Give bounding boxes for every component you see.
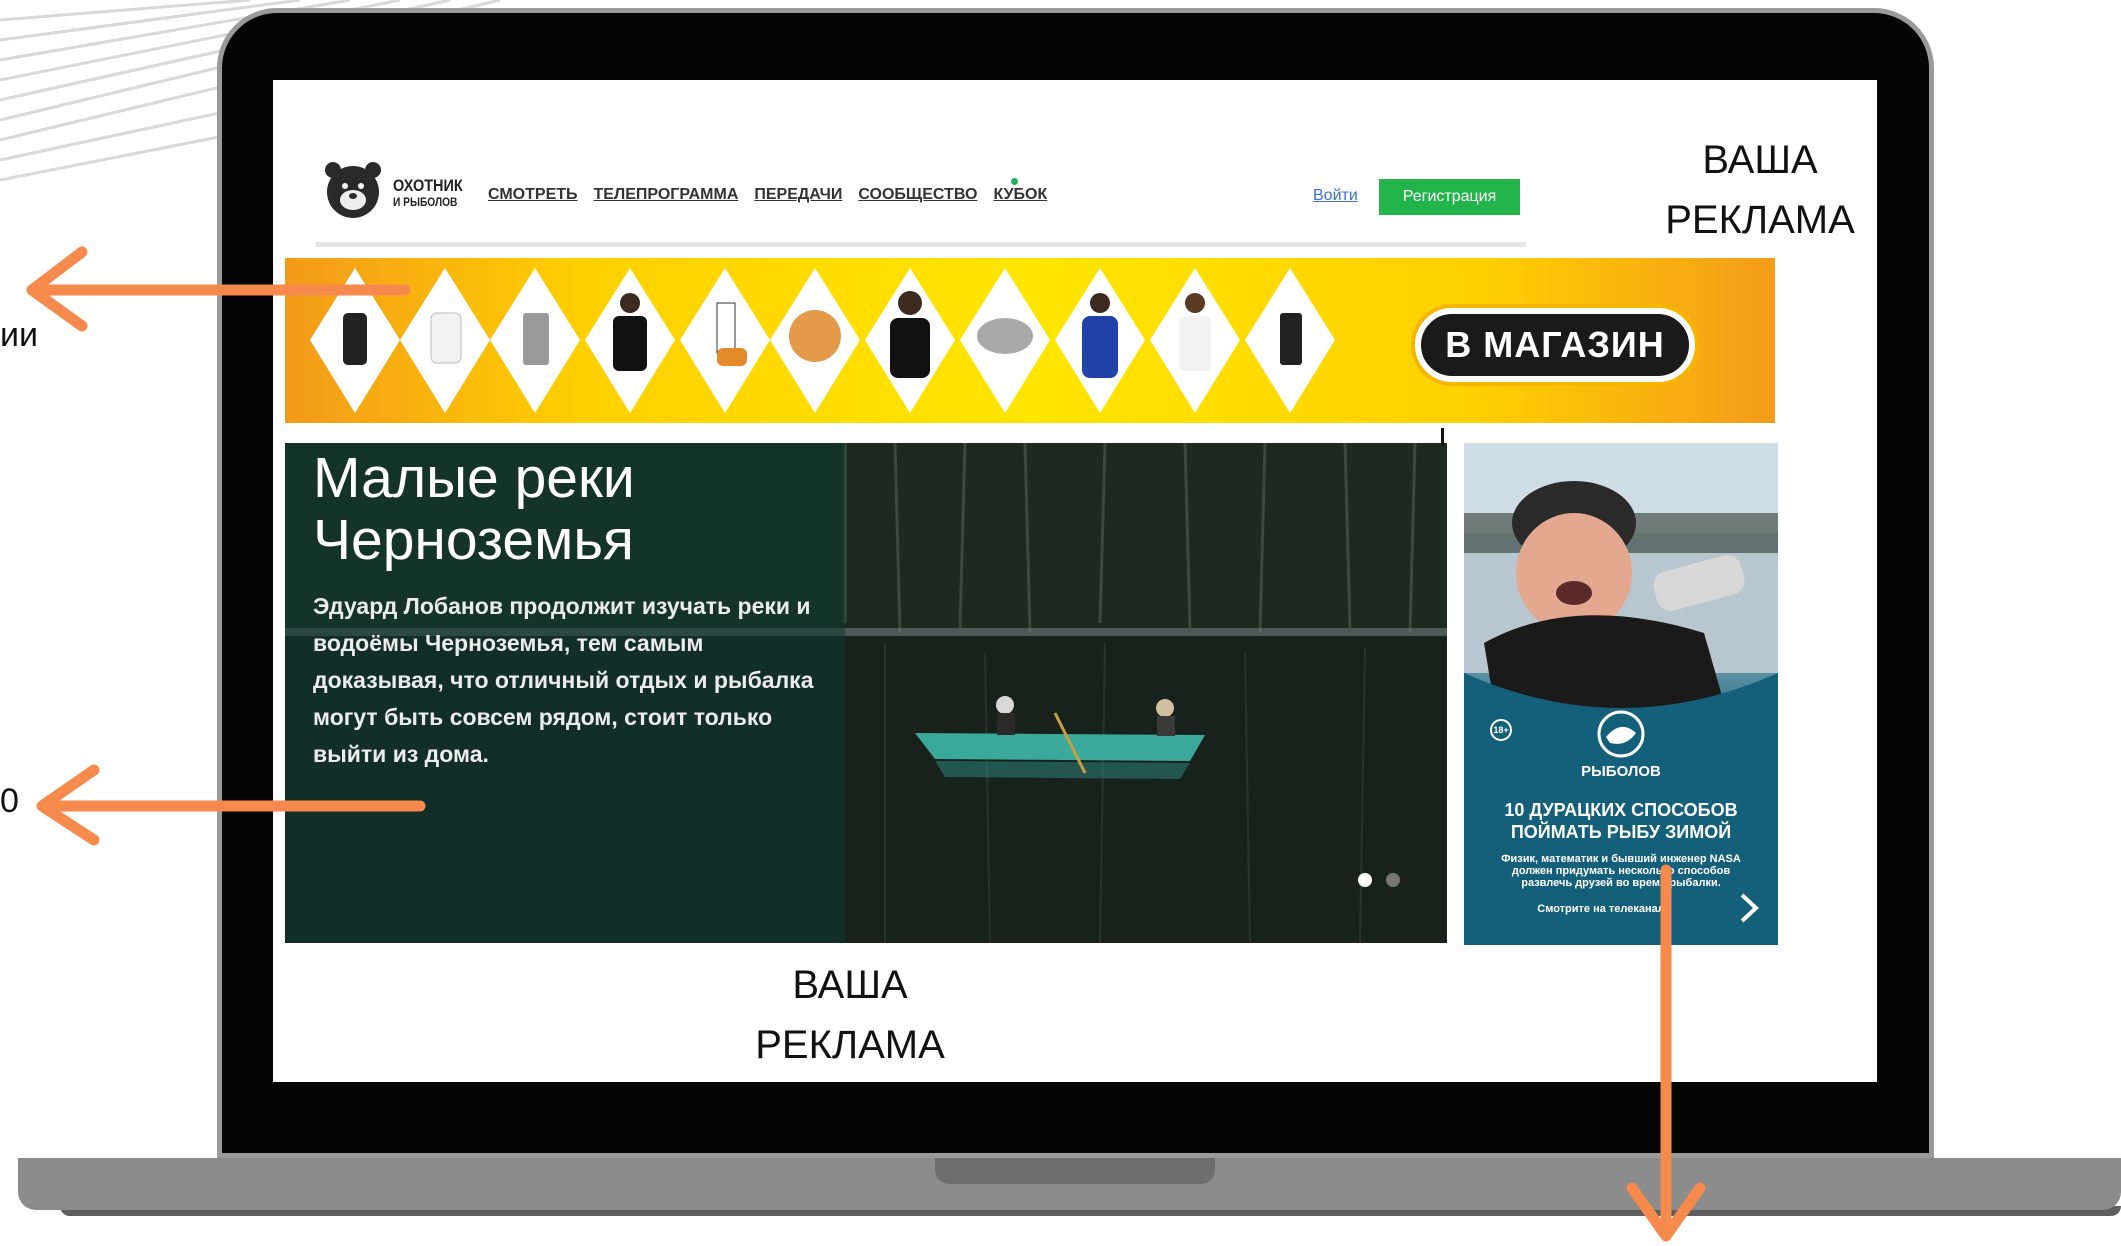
login-link[interactable]: Войти xyxy=(1313,187,1358,205)
hero-slider[interactable]: Малые реки Черноземья Эдуард Лобанов про… xyxy=(285,443,1447,943)
slider-dots xyxy=(1358,873,1400,887)
header-divider xyxy=(316,242,1526,247)
slider-dot-1[interactable] xyxy=(1358,873,1372,887)
hero-description: Эдуард Лобанов продолжит изучать реки и … xyxy=(313,593,814,767)
logo-line-1: ОХОТНИК xyxy=(393,176,463,195)
cropped-label-fragment-2: 0 xyxy=(0,782,19,820)
merch-diamonds xyxy=(310,268,1335,413)
cropped-label-fragment-1: ии xyxy=(0,316,38,354)
side-ad-banner[interactable]: 18+ РЫБОЛОВ 10 ДУРАЦКИХ СПОСОБОВ ПОЙМАТЬ… xyxy=(1464,443,1778,945)
bear-logo-icon[interactable] xyxy=(323,158,383,222)
logo-text: ОХОТНИК И РЫБОЛОВ xyxy=(393,176,475,210)
hero-title-line-2: Черноземья xyxy=(313,508,634,572)
logo-line-2: И РЫБОЛОВ xyxy=(393,195,458,209)
presentation-slide: ОХОТНИК И РЫБОЛОВ СМОТРЕТЬ ТЕЛЕПРОГРАММА… xyxy=(0,0,2121,1246)
ad-cta[interactable]: Смотрите на телеканале xyxy=(1504,903,1704,915)
ad-caption-top-line-1: ВАША xyxy=(1702,138,1818,182)
main-nav: СМОТРЕТЬ ТЕЛЕПРОГРАММА ПЕРЕДАЧИ СООБЩЕСТ… xyxy=(488,186,1047,204)
shop-button[interactable]: В МАГАЗИН xyxy=(1415,308,1695,382)
shop-ad-banner[interactable]: В МАГАЗИН xyxy=(285,258,1775,423)
arrow-top-left-head xyxy=(26,246,88,332)
nav-item-community[interactable]: СООБЩЕСТВО xyxy=(858,186,977,204)
arrow-middle-left-head xyxy=(36,764,100,846)
ad-headline: 10 ДУРАЦКИХ СПОСОБОВ ПОЙМАТЬ РЫБУ ЗИМОЙ xyxy=(1504,800,1738,842)
ad-text: Физик, математик и бывший инженер NASA д… xyxy=(1501,853,1741,889)
nav-item-tv-program[interactable]: ТЕЛЕПРОГРАММА xyxy=(594,186,739,204)
nav-item-shows[interactable]: ПЕРЕДАЧИ xyxy=(754,186,842,204)
fish-logo-icon xyxy=(1597,710,1645,758)
nav-item-watch[interactable]: СМОТРЕТЬ xyxy=(488,186,578,204)
chevron-right-icon[interactable] xyxy=(1736,891,1762,925)
age-rating-badge: 18+ xyxy=(1490,719,1512,741)
ad-caption-bottom-line-2: РЕКЛАМА xyxy=(755,1023,945,1067)
nav-item-cup[interactable]: КУБОК xyxy=(993,186,1047,204)
ad-caption-top-right: ВАША РЕКЛАМА xyxy=(1630,130,1890,250)
ad-caption-top-line-2: РЕКЛАМА xyxy=(1665,198,1855,242)
ad-caption-bottom-line-1: ВАША xyxy=(792,963,908,1007)
ad-caption-bottom: ВАША РЕКЛАМА xyxy=(700,955,1000,1075)
nav-new-indicator xyxy=(1011,178,1018,185)
hero-title-line-1: Малые реки xyxy=(313,446,635,510)
hero-title: Малые реки Черноземья xyxy=(313,447,873,571)
register-button[interactable]: Регистрация xyxy=(1379,179,1520,215)
text-cursor xyxy=(1441,428,1444,446)
laptop-notch xyxy=(935,1158,1215,1184)
slider-dot-2[interactable] xyxy=(1386,873,1400,887)
ad-brand: РЫБОЛОВ xyxy=(1581,763,1661,780)
